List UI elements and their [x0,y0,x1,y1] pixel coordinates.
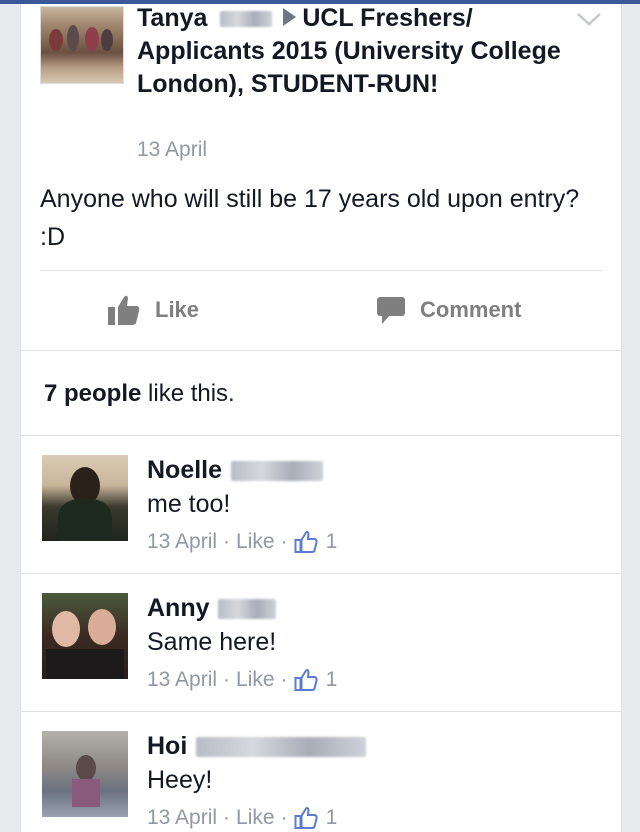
commenter-name[interactable]: Hoi [147,732,367,761]
comment-date[interactable]: 13 April [147,806,217,830]
arrow-right-icon [283,8,297,27]
like-label: Like [155,297,200,322]
post-title: Tanya UCL Freshers/ Applicants 2015 (Uni… [137,2,567,101]
like-button[interactable]: Like [107,292,199,328]
thumbs-up-icon [108,295,140,325]
page: Tanya UCL Freshers/ Applicants 2015 (Uni… [0,0,640,832]
commenter-avatar[interactable] [42,593,128,679]
separator-dot: · [223,530,231,553]
likes-summary[interactable]: 7 people like this. [44,380,235,408]
comment-meta: 13 April · Like · 1 [147,530,337,554]
body-divider [40,270,602,271]
commenter-avatar[interactable] [42,455,128,541]
likes-suffix: like this. [148,380,235,407]
comment-date[interactable]: 13 April [147,668,217,692]
commenter-surname-blurred [230,461,323,482]
poster-avatar[interactable] [40,6,124,84]
comment-date[interactable]: 13 April [147,530,217,554]
commenter-name[interactable]: Anny [147,594,277,623]
comment-like-count: 1 [325,668,338,691]
thumbs-up-outline-icon[interactable] [294,668,318,692]
thumbs-up-outline-icon[interactable] [294,530,318,554]
separator-dot: · [223,806,231,829]
speech-bubble-icon [377,297,405,324]
commenter-first-name: Anny [147,594,210,622]
separator-dot: · [280,668,288,691]
author-surname-blurred [220,11,273,28]
actions-divider [21,350,621,351]
comment-label: Comment [420,297,522,322]
comment-like-link[interactable]: Like [236,530,275,554]
comment-item: Anny Same here! 13 April · Like · 1 [21,574,621,711]
likes-count: 7 people [44,380,142,407]
comment-button[interactable]: Comment [376,292,521,328]
separator-dot: · [280,806,288,829]
commenter-first-name: Noelle [147,456,223,484]
commenter-surname-blurred [218,599,277,620]
comment-like-count: 1 [325,806,338,829]
comment-text: Same here! [147,628,277,656]
chevron-down-icon[interactable] [575,10,603,28]
separator-dot: · [223,668,231,691]
comment-item: Noelle me too! 13 April · Like · 1 [21,436,621,573]
post-header: Tanya UCL Freshers/ Applicants 2015 (Uni… [21,4,621,174]
comment-meta: 13 April · Like · 1 [147,806,337,830]
commenter-name[interactable]: Noelle [147,456,323,485]
comment-text: me too! [147,490,231,518]
commenter-surname-blurred [196,737,367,758]
action-bar: Like Comment [21,272,621,350]
separator-dot: · [280,530,288,553]
comment-like-link[interactable]: Like [236,668,275,692]
comment-meta: 13 April · Like · 1 [147,668,337,692]
comment-like-count: 1 [325,530,338,553]
post-date[interactable]: 13 April [137,138,207,162]
commenter-avatar[interactable] [42,731,128,817]
comment-item: Hoi Heey! 13 April · Like · 1 [21,712,621,832]
author-name[interactable]: Tanya [137,4,207,32]
post-card: Tanya UCL Freshers/ Applicants 2015 (Uni… [20,4,622,832]
commenter-first-name: Hoi [147,732,188,760]
comment-text: Heey! [147,766,213,794]
thumbs-up-outline-icon[interactable] [294,806,318,830]
comment-like-link[interactable]: Like [236,806,275,830]
post-body: Anyone who will still be 17 years old up… [40,185,580,251]
